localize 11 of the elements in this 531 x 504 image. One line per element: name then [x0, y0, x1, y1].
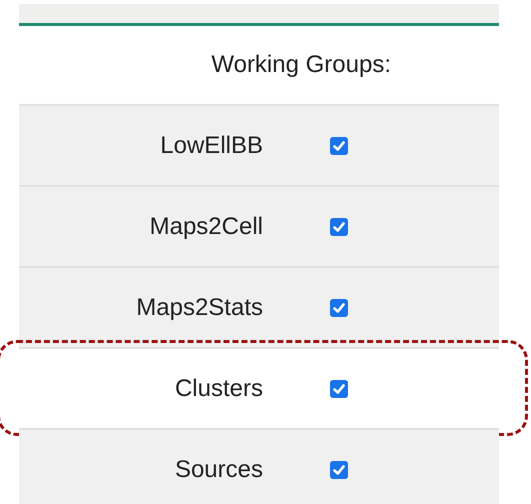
- checkbox[interactable]: [330, 136, 348, 154]
- group-label: Maps2Cell: [150, 212, 263, 240]
- checkbox[interactable]: [330, 218, 348, 236]
- checkbox[interactable]: [330, 460, 348, 478]
- checkbox[interactable]: [330, 298, 348, 316]
- section-heading: Working Groups:: [211, 51, 391, 79]
- group-label: LowEllBB: [160, 132, 263, 160]
- checkbox[interactable]: [330, 380, 348, 398]
- group-label: Maps2Stats: [136, 294, 263, 322]
- group-label: Clusters: [174, 374, 263, 402]
- group-label: Sources: [174, 456, 263, 484]
